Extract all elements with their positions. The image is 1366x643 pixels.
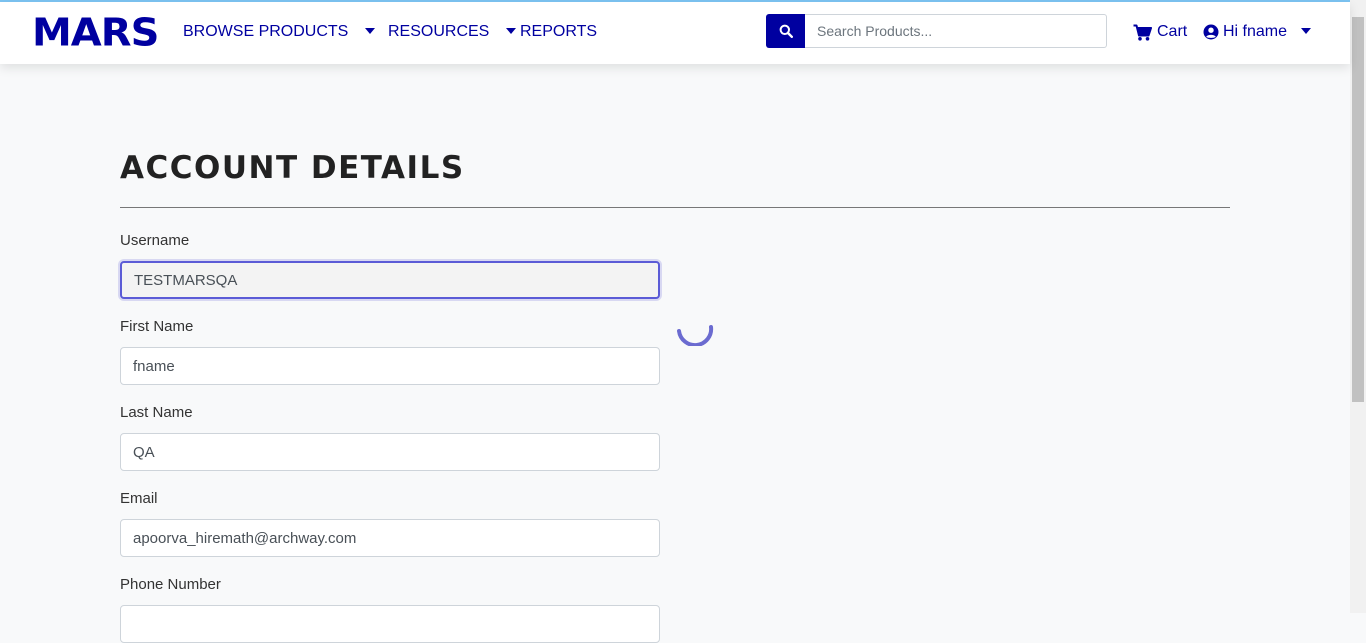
scrollbar-thumb[interactable]	[1352, 17, 1364, 402]
search-input[interactable]	[805, 14, 1107, 48]
user-circle-icon	[1203, 24, 1219, 40]
nav-resources[interactable]: RESOURCES	[388, 22, 516, 42]
email-label: Email	[120, 490, 158, 507]
loading-spinner-icon	[677, 325, 714, 346]
nav-reports-label: REPORTS	[520, 23, 598, 40]
page-title: ACCOUNT DETAILS	[120, 150, 465, 186]
nav-reports[interactable]: REPORTS	[520, 22, 597, 42]
cart-label: Cart	[1157, 23, 1188, 40]
last-name-field[interactable]	[120, 433, 660, 471]
user-menu[interactable]: Hi fname	[1203, 22, 1312, 42]
username-field[interactable]	[120, 261, 660, 299]
caret-down-icon	[1301, 28, 1312, 34]
page-scrollbar[interactable]	[1350, 0, 1366, 613]
nav-browse-products-label: BROWSE PRODUCTS	[183, 23, 349, 40]
search-icon	[779, 24, 793, 38]
title-divider	[120, 207, 1230, 208]
cart-link[interactable]: Cart	[1133, 22, 1187, 42]
first-name-field[interactable]	[120, 347, 660, 385]
cart-icon	[1133, 24, 1152, 41]
nav-browse-products[interactable]: BROWSE PRODUCTS	[183, 22, 375, 42]
last-name-label: Last Name	[120, 404, 193, 421]
site-header: MARS BROWSE PRODUCTS RESOURCES REPORTS C…	[0, 2, 1350, 64]
nav-resources-label: RESOURCES	[388, 23, 490, 40]
phone-label: Phone Number	[120, 576, 221, 593]
user-greeting: Hi fname	[1223, 23, 1288, 40]
phone-field[interactable]	[120, 605, 660, 643]
mars-logo[interactable]: MARS	[32, 12, 159, 54]
email-field[interactable]	[120, 519, 660, 557]
first-name-label: First Name	[120, 318, 194, 335]
search-button[interactable]	[766, 14, 806, 48]
caret-down-icon	[505, 27, 516, 34]
caret-down-icon	[364, 27, 375, 34]
username-label: Username	[120, 232, 190, 249]
